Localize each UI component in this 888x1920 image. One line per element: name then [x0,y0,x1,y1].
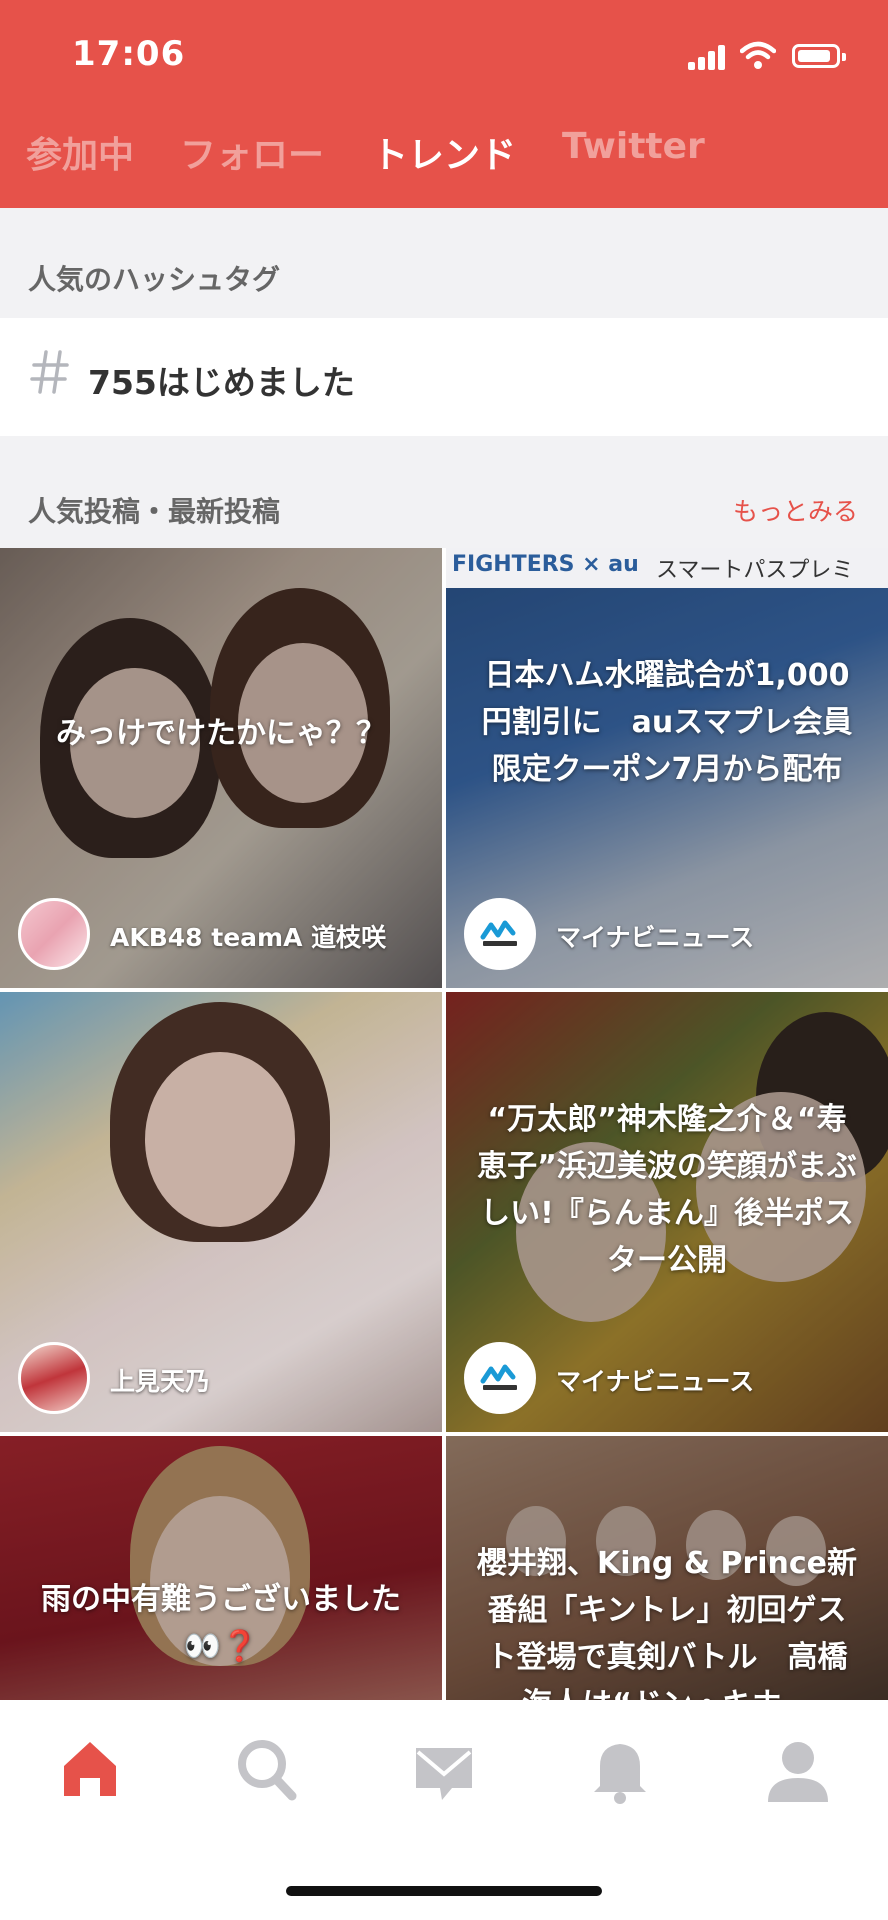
post-tile[interactable]: 櫻井翔、King & Prince新番組「キントレ」初回ゲスト登場で真剣バトル … [446,1436,888,1700]
tab-participating[interactable]: 参加中 [26,126,134,178]
posts-section-header: 人気投稿・最新投稿 もっとみる [0,436,888,548]
hashtag-item[interactable]: 755はじめました [0,318,888,436]
mynavi-logo-avatar [464,898,536,970]
nav-messages[interactable] [394,1730,494,1810]
posts-grid: みっけでけたかにゃ？？ AKB48 teamA 道枝咲 FIGHTERS × a… [0,548,888,1700]
bottom-nav [0,1700,888,1920]
post-tile[interactable]: 雨の中有難うございました👀❓ [0,1436,442,1700]
top-tabs: 参加中 フォロー トレンド Twitter [0,126,888,186]
author-name: マイナビニュース [556,923,755,952]
author-name: AKB48 teamA 道枝咲 [110,923,387,952]
app-header: 17:06 参加中 フォロー トレンド Twitter [0,0,888,208]
bell-icon [594,1744,646,1804]
author-name: 上見天乃 [110,1367,211,1396]
status-bar: 17:06 [0,0,888,110]
posts-section-title: 人気投稿・最新投稿 [28,495,281,528]
nav-notifications[interactable] [570,1730,670,1810]
post-tile[interactable]: 上見天乃 [0,992,442,1432]
banner-brand: FIGHTERS × au [452,552,639,577]
hashtags-section-header: 人気のハッシュタグ [0,208,888,318]
signal-icon [688,44,726,70]
banner-service: スマートパスプレミ [656,558,854,583]
home-icon [64,1742,116,1796]
hashtags-section-title: 人気のハッシュタグ [28,263,281,296]
ad-banner: FIGHTERS × au スマートパスプレミ [446,548,888,588]
group-photo-avatar [18,898,90,970]
post-tile[interactable]: FIGHTERS × au スマートパスプレミ 日本ハム水曜試合が1,000円割… [446,548,888,988]
search-icon [238,1740,297,1801]
tab-trend[interactable]: トレンド [372,126,516,178]
home-indicator [286,1886,602,1896]
nav-profile[interactable] [748,1730,848,1810]
nav-home[interactable] [40,1730,140,1810]
post-caption: 櫻井翔、King & Prince新番組「キントレ」初回ゲスト登場で真剣バトル … [477,1546,857,1700]
profile-icon [768,1742,828,1802]
hashtag-label: 755はじめました [88,363,355,402]
wifi-icon [740,41,776,69]
post-caption: みっけでけたかにゃ？？ [56,716,386,751]
post-caption: 雨の中有難うございました👀❓ [41,1582,401,1664]
battery-icon [792,44,846,68]
status-time: 17:06 [72,34,186,74]
post-tile[interactable]: “万太郎”神木隆之介＆“寿恵子”浜辺美波の笑顔がまぶしい!『らんまん』後半ポスタ… [446,992,888,1432]
post-caption: “万太郎”神木隆之介＆“寿恵子”浜辺美波の笑顔がまぶしい!『らんまん』後半ポスタ… [477,1102,857,1278]
post-tile[interactable]: みっけでけたかにゃ？？ AKB48 teamA 道枝咲 [0,548,442,988]
tab-twitter[interactable]: Twitter [562,126,705,167]
author-name: マイナビニュース [556,1367,755,1396]
mail-icon [416,1748,472,1800]
portrait-avatar [18,1342,90,1414]
hash-icon [30,350,69,394]
more-link[interactable]: もっとみる [733,492,858,528]
tab-following[interactable]: フォロー [180,126,324,178]
post-caption: 日本ハム水曜試合が1,000円割引に auスマプレ会員限定クーポン7月から配布 [481,658,853,787]
mynavi-logo-avatar [464,1342,536,1414]
nav-search[interactable] [218,1730,318,1810]
